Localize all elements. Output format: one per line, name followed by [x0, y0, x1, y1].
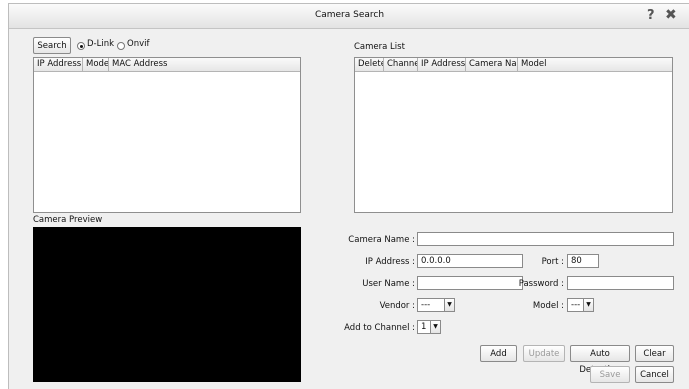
user-name-label: User Name : — [362, 279, 415, 289]
clear-button[interactable]: Clear — [635, 345, 674, 362]
table-header: Delete Channel IP Address Camera Name Mo… — [355, 58, 672, 72]
camera-preview — [33, 227, 301, 382]
chevron-down-icon: ▼ — [444, 299, 454, 311]
vendor-select[interactable]: --- ▼ — [417, 298, 455, 312]
password-input[interactable] — [567, 276, 674, 290]
add-to-channel-label: Add to Channel : — [344, 323, 415, 333]
password-label: Password : — [518, 279, 564, 289]
radio-dlink-label: D-Link — [87, 39, 115, 49]
column-header[interactable]: IP Address — [34, 58, 83, 71]
radio-onvif-label: Onvif — [127, 39, 150, 49]
title-bar: Camera Search ? ✖ — [9, 4, 689, 29]
ip-address-label: IP Address : — [365, 257, 415, 267]
search-button[interactable]: Search — [33, 37, 71, 54]
column-header[interactable]: Delete — [355, 58, 384, 71]
channel-select[interactable]: 1 ▼ — [417, 320, 441, 334]
column-header[interactable]: Model — [518, 58, 672, 71]
radio-dlink[interactable] — [77, 42, 85, 50]
ip-address-input[interactable]: 0.0.0.0 — [417, 254, 523, 268]
model-select[interactable]: --- ▼ — [567, 298, 594, 312]
search-results-table[interactable]: IP Address Model MAC Address — [33, 57, 301, 213]
port-input[interactable]: 80 — [567, 254, 599, 268]
column-header[interactable]: Channel — [384, 58, 418, 71]
radio-onvif[interactable] — [117, 42, 125, 50]
auto-detection-button[interactable]: Auto Detection — [570, 345, 630, 375]
column-header[interactable]: Camera Name — [466, 58, 518, 71]
table-header: IP Address Model MAC Address — [34, 58, 300, 72]
channel-value: 1 — [421, 322, 427, 332]
camera-name-input[interactable] — [417, 232, 674, 246]
question-icon[interactable]: ? — [647, 8, 655, 23]
vendor-value: --- — [421, 300, 431, 310]
close-icon[interactable]: ✖ — [665, 7, 677, 23]
model-label: Model : — [532, 301, 564, 311]
add-button[interactable]: Add — [480, 345, 517, 362]
column-header[interactable]: MAC Address — [109, 58, 301, 71]
model-value: --- — [571, 300, 581, 310]
camera-list-heading: Camera List — [354, 42, 405, 52]
column-header[interactable]: Model — [83, 58, 109, 71]
chevron-down-icon: ▼ — [430, 321, 440, 333]
camera-name-label: Camera Name : — [348, 235, 415, 245]
vendor-label: Vendor : — [379, 301, 415, 311]
camera-list-table[interactable]: Delete Channel IP Address Camera Name Mo… — [354, 57, 673, 213]
camera-preview-heading: Camera Preview — [33, 215, 103, 225]
port-label: Port : — [541, 257, 564, 267]
column-header[interactable]: IP Address — [418, 58, 466, 71]
save-button[interactable]: Save — [590, 366, 630, 383]
update-button[interactable]: Update — [523, 345, 565, 362]
cancel-button[interactable]: Cancel — [635, 366, 674, 383]
window-title: Camera Search — [314, 10, 385, 20]
user-name-input[interactable] — [417, 276, 523, 290]
chevron-down-icon: ▼ — [583, 299, 593, 311]
camera-search-window: Camera Search ? ✖ Search D-Link Onvif IP… — [8, 3, 689, 389]
